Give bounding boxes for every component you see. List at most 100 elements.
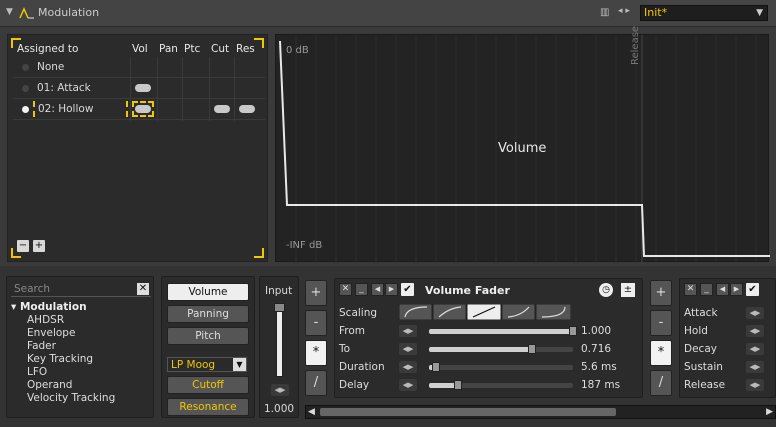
scroll-right-icon[interactable]: ▶ — [766, 407, 773, 417]
tree-item[interactable]: Envelope — [27, 327, 75, 339]
move-left-icon[interactable]: ◀ — [371, 283, 384, 296]
tree-root[interactable]: ▾ Modulation — [11, 301, 87, 313]
decay-stepper-icon[interactable]: ◀▶ — [746, 343, 764, 355]
op-subtract-button[interactable]: - — [305, 310, 327, 336]
input-value: 1.000 — [264, 403, 295, 415]
input-slider[interactable] — [276, 305, 283, 377]
assignment-panel: Assigned to Vol Pan Ptc Cut Res None 01:… — [7, 34, 268, 262]
release-stepper-icon[interactable]: ◀▶ — [746, 379, 764, 391]
row-indicator — [22, 64, 29, 71]
op-subtract-button[interactable]: - — [650, 310, 672, 336]
tree-item[interactable]: Velocity Tracking — [27, 392, 115, 404]
row-label: 01: Attack — [37, 82, 91, 94]
preset-browser-icon[interactable]: ▥ — [600, 7, 609, 18]
param-delay-label: Delay — [339, 379, 370, 391]
assign-row-attack[interactable]: 01: Attack — [13, 78, 265, 99]
from-stepper-icon[interactable]: ◀▶ — [399, 325, 417, 337]
search-placeholder: Search — [14, 283, 51, 295]
tree-item[interactable]: Fader — [27, 340, 56, 352]
move-right-icon[interactable]: ▶ — [385, 283, 398, 296]
tree-item[interactable]: LFO — [27, 366, 47, 378]
module-browser: Search ✕ ▾ Modulation AHDSR Envelope Fad… — [6, 276, 154, 418]
param-attack-label: Attack — [684, 307, 718, 319]
header-ptc: Ptc — [184, 43, 201, 55]
target-pitch-button[interactable]: Pitch — [167, 327, 249, 345]
param-scaling-label: Scaling — [339, 307, 378, 319]
duration-slider[interactable] — [429, 365, 573, 370]
preset-name: Init* — [644, 6, 668, 19]
target-panning-button[interactable]: Panning — [167, 305, 249, 323]
header-pan: Pan — [159, 43, 178, 55]
modulation-icon — [19, 7, 34, 19]
cut-toggle[interactable] — [214, 105, 230, 113]
input-panel: Input ◀▶ 1.000 — [259, 276, 299, 418]
op-multiply-button[interactable]: * — [650, 340, 672, 366]
delay-slider-knob[interactable] — [454, 380, 462, 390]
assign-row-none[interactable]: None — [13, 57, 265, 78]
move-right-icon[interactable]: ▶ — [730, 283, 743, 296]
operator-column-2: + - * / — [650, 280, 672, 400]
from-slider[interactable] — [429, 329, 573, 334]
graph-top-label: 0 dB — [286, 45, 309, 56]
close-icon[interactable]: ✕ — [684, 283, 697, 296]
focus-corner — [254, 248, 264, 258]
op-add-button[interactable]: + — [305, 280, 327, 306]
title-bar: ▼ Modulation ▥ ◂ ▸ Init* ▼ — [0, 0, 776, 27]
plus-minus-icon[interactable]: ± — [621, 283, 635, 297]
delay-value: 187 ms — [581, 379, 621, 391]
target-panel: Volume Panning Pitch LP Moog ▼ Cutoff Re… — [161, 276, 255, 418]
input-label: Input — [265, 285, 293, 297]
scaling-curve-selector[interactable] — [398, 303, 572, 321]
res-toggle[interactable] — [239, 105, 255, 113]
scrollbar-thumb[interactable] — [320, 408, 616, 416]
input-slider-knob[interactable] — [274, 303, 285, 312]
envelope-graph[interactable]: 0 dB -INF dB Volume Release — [275, 26, 770, 263]
collapse-arrow-icon[interactable]: ▼ — [6, 7, 13, 17]
filter-type-select[interactable]: LP Moog ▼ — [167, 357, 247, 372]
target-resonance-button[interactable]: Resonance — [167, 398, 249, 416]
op-multiply-button[interactable]: * — [305, 340, 327, 366]
enable-checkbox[interactable]: ✔ — [401, 283, 414, 296]
scroll-left-icon[interactable]: ◀ — [308, 407, 315, 417]
close-icon[interactable]: ✕ — [339, 283, 352, 296]
sustain-stepper-icon[interactable]: ◀▶ — [746, 361, 764, 373]
duration-slider-knob[interactable] — [432, 362, 440, 372]
to-slider-knob[interactable] — [528, 344, 536, 354]
param-sustain-label: Sustain — [684, 361, 723, 373]
hold-stepper-icon[interactable]: ◀▶ — [746, 325, 764, 337]
minimize-icon[interactable]: _ — [355, 283, 368, 296]
horizontal-scrollbar[interactable]: ◀ ▶ — [305, 405, 776, 419]
target-cutoff-button[interactable]: Cutoff — [167, 376, 249, 394]
enable-checkbox[interactable]: ✔ — [746, 283, 759, 296]
op-add-button[interactable]: + — [650, 280, 672, 306]
param-from-label: From — [339, 325, 366, 337]
op-divide-button[interactable]: / — [650, 370, 672, 396]
assign-row-hollow[interactable]: 02: Hollow — [13, 99, 265, 120]
envelope-device: ✕ _ ◀ ▶ ✔ Attack ◀▶ Hold ◀▶ Decay ◀▶ Sus… — [679, 278, 776, 398]
from-slider-knob[interactable] — [569, 326, 577, 336]
preset-selector[interactable]: Init* ▼ — [640, 5, 768, 21]
vol-toggle[interactable] — [135, 84, 151, 92]
filter-type-value: LP Moog — [171, 359, 216, 371]
chevron-down-icon: ▼ — [233, 358, 246, 371]
duration-stepper-icon[interactable]: ◀▶ — [399, 361, 417, 373]
attack-stepper-icon[interactable]: ◀▶ — [746, 307, 764, 319]
header-assigned-to: Assigned to — [17, 43, 79, 55]
remove-button[interactable]: − — [17, 240, 29, 252]
minimize-icon[interactable]: _ — [700, 283, 713, 296]
input-stepper-icon[interactable]: ◀▶ — [271, 384, 289, 396]
clock-icon[interactable]: ◷ — [599, 283, 613, 297]
tree-item[interactable]: Operand — [27, 379, 72, 391]
target-volume-button[interactable]: Volume — [167, 283, 249, 301]
preset-prev-next-icon[interactable]: ◂ ▸ — [618, 6, 630, 16]
tree-item[interactable]: AHDSR — [27, 314, 64, 326]
delay-stepper-icon[interactable]: ◀▶ — [399, 379, 417, 391]
vol-toggle[interactable] — [135, 105, 151, 113]
tree-item[interactable]: Key Tracking — [27, 353, 93, 365]
search-input[interactable]: Search ✕ — [11, 281, 151, 297]
move-left-icon[interactable]: ◀ — [716, 283, 729, 296]
op-divide-button[interactable]: / — [305, 370, 327, 396]
to-stepper-icon[interactable]: ◀▶ — [399, 343, 417, 355]
add-button[interactable]: + — [33, 240, 45, 252]
clear-search-icon[interactable]: ✕ — [137, 283, 149, 295]
